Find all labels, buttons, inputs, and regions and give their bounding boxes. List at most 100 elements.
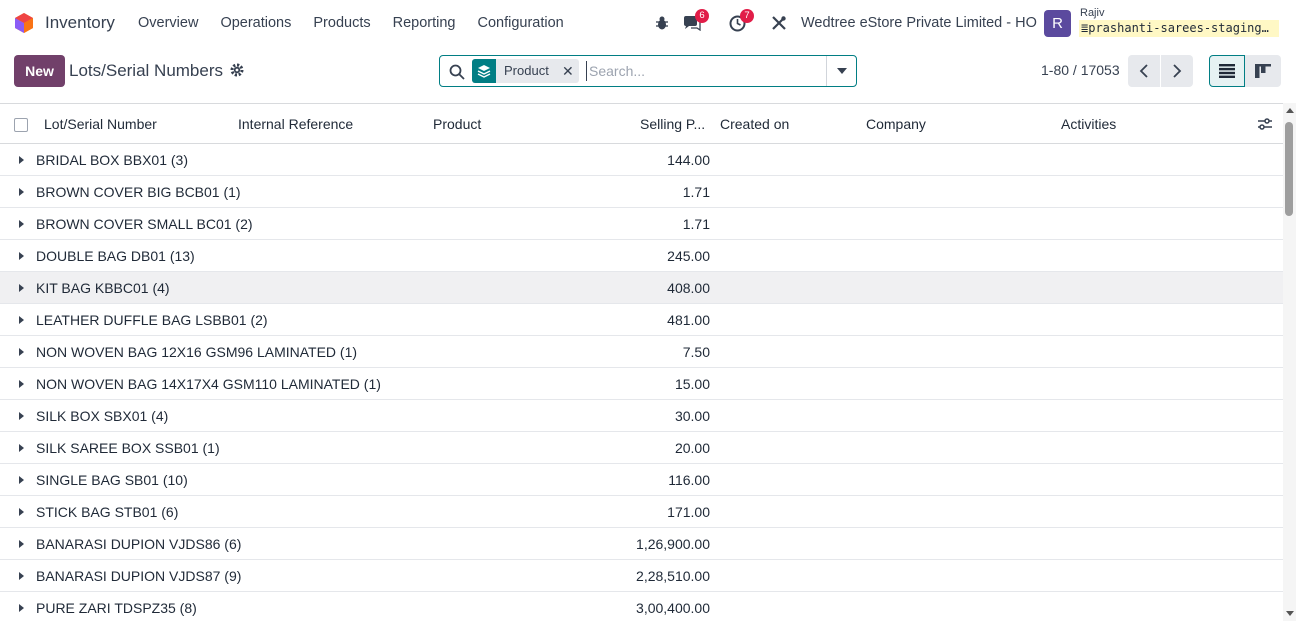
caret-right-icon[interactable]	[19, 220, 24, 228]
activity-clock-icon[interactable]: 7	[728, 9, 754, 32]
group-row[interactable]: BRIDAL BOX BBX01 (3) 144.00	[0, 144, 1283, 176]
database-label: prashanti-sarees-staging…	[1088, 21, 1269, 35]
group-name: BROWN COVER SMALL BC01 (2)	[36, 216, 253, 232]
caret-right-icon[interactable]	[19, 604, 24, 612]
caret-right-icon[interactable]	[19, 572, 24, 580]
group-name: KIT BAG KBBC01 (4)	[36, 280, 170, 296]
group-selling-price: 171.00	[667, 504, 710, 520]
group-row[interactable]: BROWN COVER BIG BCB01 (1) 1.71	[0, 176, 1283, 208]
activity-badge: 7	[740, 9, 754, 23]
group-name: NON WOVEN BAG 12X16 GSM96 LAMINATED (1)	[36, 344, 358, 360]
debug-bug-icon[interactable]	[653, 14, 671, 32]
group-row[interactable]: DOUBLE BAG DB01 (13) 245.00	[0, 240, 1283, 272]
group-selling-price: 7.50	[682, 344, 710, 360]
group-row[interactable]: BROWN COVER SMALL BC01 (2) 1.71	[0, 208, 1283, 240]
chat-badge: 6	[695, 9, 709, 23]
group-selling-price: 20.00	[674, 440, 710, 456]
column-product[interactable]: Product	[433, 116, 481, 132]
caret-right-icon[interactable]	[19, 508, 24, 516]
group-name: STICK BAG STB01 (6)	[36, 504, 179, 520]
menu-reporting[interactable]: Reporting	[393, 15, 456, 31]
caret-right-icon[interactable]	[19, 188, 24, 196]
column-created-on[interactable]: Created on	[720, 116, 789, 132]
top-navbar: Inventory Overview Operations Products R…	[0, 0, 1296, 46]
group-selling-price: 481.00	[667, 312, 710, 328]
pager-next-button[interactable]	[1161, 55, 1193, 87]
list-view-button[interactable]	[1209, 55, 1245, 87]
caret-right-icon[interactable]	[19, 284, 24, 292]
group-row[interactable]: SILK BOX SBX01 (4) 30.00	[0, 400, 1283, 432]
caret-right-icon[interactable]	[19, 444, 24, 452]
caret-right-icon[interactable]	[19, 540, 24, 548]
group-name: SILK BOX SBX01 (4)	[36, 408, 169, 424]
group-selling-price: 3,00,400.00	[636, 600, 710, 616]
menu-configuration[interactable]: Configuration	[477, 15, 563, 31]
search-bar[interactable]: Product ✕	[439, 55, 857, 87]
group-name: BRIDAL BOX BBX01 (3)	[36, 152, 188, 168]
table-body: BRIDAL BOX BBX01 (3) 144.00 BROWN COVER BI…	[0, 144, 1283, 621]
group-selling-price: 1.71	[682, 184, 710, 200]
group-row[interactable]: NON WOVEN BAG 14X17X4 GSM110 LAMINATED (…	[0, 368, 1283, 400]
facet-label: Product	[504, 63, 549, 78]
menu-overview[interactable]: Overview	[138, 15, 198, 31]
search-facet: Product ✕	[472, 59, 579, 83]
search-options-toggle[interactable]	[826, 56, 856, 86]
group-row[interactable]: STICK BAG STB01 (6) 171.00	[0, 496, 1283, 528]
main-menu: Overview Operations Products Reporting C…	[138, 15, 586, 31]
column-activities[interactable]: Activities	[1061, 116, 1116, 132]
group-row[interactable]: NON WOVEN BAG 12X16 GSM96 LAMINATED (1) 7…	[0, 336, 1283, 368]
group-selling-price: 1,26,900.00	[636, 536, 710, 552]
caret-right-icon[interactable]	[19, 252, 24, 260]
new-button[interactable]: New	[14, 55, 65, 87]
search-input[interactable]	[586, 61, 816, 81]
chevron-right-icon	[1173, 64, 1182, 78]
chevron-left-icon	[1139, 64, 1148, 78]
pager-previous-button[interactable]	[1128, 55, 1160, 87]
group-selling-price: 1.71	[682, 216, 710, 232]
gear-icon[interactable]	[230, 63, 244, 77]
group-row[interactable]: SINGLE BAG SB01 (10) 116.00	[0, 464, 1283, 496]
group-row[interactable]: KIT BAG KBBC01 (4) 408.00	[0, 272, 1283, 304]
caret-right-icon[interactable]	[19, 380, 24, 388]
group-row[interactable]: SILK SAREE BOX SSB01 (1) 20.00	[0, 432, 1283, 464]
caret-right-icon[interactable]	[19, 476, 24, 484]
vertical-scrollbar[interactable]	[1283, 103, 1296, 621]
caret-right-icon[interactable]	[19, 348, 24, 356]
caret-right-icon[interactable]	[19, 316, 24, 324]
company-switcher[interactable]: Wedtree eStore Private Limited - HO	[801, 15, 1037, 31]
chat-icon[interactable]: 6	[683, 9, 709, 32]
caret-right-icon[interactable]	[19, 412, 24, 420]
page-title: Lots/Serial Numbers	[69, 61, 224, 80]
column-internal-reference[interactable]: Internal Reference	[238, 116, 353, 132]
scroll-thumb[interactable]	[1285, 122, 1293, 216]
inventory-app-icon[interactable]	[14, 13, 34, 33]
scroll-up-arrow-icon[interactable]	[1286, 108, 1294, 113]
facet-close-icon[interactable]: ✕	[557, 59, 579, 83]
select-all-checkbox[interactable]	[14, 118, 28, 132]
group-row[interactable]: BANARASI DUPION VJDS86 (6) 1,26,900.00	[0, 528, 1283, 560]
scroll-down-arrow-icon[interactable]	[1286, 611, 1294, 616]
column-company[interactable]: Company	[866, 116, 926, 132]
pager-value[interactable]: 1-80 / 17053	[1041, 62, 1120, 78]
menu-products[interactable]: Products	[313, 15, 370, 31]
search-icon[interactable]	[449, 64, 465, 80]
user-avatar[interactable]: R	[1044, 10, 1071, 37]
group-selling-price: 408.00	[667, 280, 710, 296]
group-name: DOUBLE BAG DB01 (13)	[36, 248, 195, 264]
caret-right-icon[interactable]	[19, 156, 24, 164]
column-selling-price[interactable]: Selling P...	[640, 116, 705, 132]
group-selling-price: 116.00	[668, 472, 710, 488]
group-row[interactable]: LEATHER DUFFLE BAG LSBB01 (2) 481.00	[0, 304, 1283, 336]
layers-icon	[472, 59, 496, 83]
group-row[interactable]: BANARASI DUPION VJDS87 (9) 2,28,510.00	[0, 560, 1283, 592]
group-row[interactable]: PURE ZARI TDSPZ35 (8) 3,00,400.00	[0, 592, 1283, 621]
column-lot-serial[interactable]: Lot/Serial Number	[44, 116, 157, 132]
group-name: BANARASI DUPION VJDS86 (6)	[36, 536, 242, 552]
user-name[interactable]: Rajiv	[1080, 7, 1104, 19]
tools-icon[interactable]	[770, 14, 788, 32]
kanban-view-button[interactable]	[1245, 55, 1281, 87]
menu-operations[interactable]: Operations	[220, 15, 291, 31]
group-selling-price: 2,28,510.00	[636, 568, 710, 584]
column-options-sliders-icon[interactable]	[1257, 116, 1273, 132]
app-name[interactable]: Inventory	[45, 13, 115, 33]
